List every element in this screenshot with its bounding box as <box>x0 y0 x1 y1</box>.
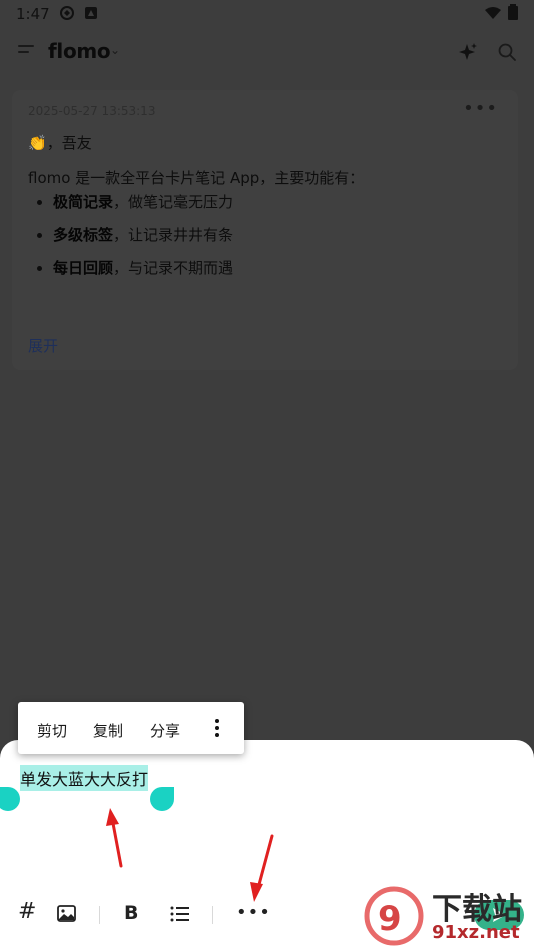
feature-title: 每日回顾 <box>53 259 114 277</box>
kebab-icon[interactable] <box>214 719 220 737</box>
feature-desc: ，与记录不期而遇 <box>113 259 234 277</box>
feature-desc: ，让记录井井有条 <box>113 226 234 244</box>
greeting-text: ，吾友 <box>46 134 92 152</box>
watermark: 9 下载站 91xz.net <box>362 884 532 950</box>
more-icon[interactable]: ••• <box>236 902 271 926</box>
notification-icon <box>85 7 97 19</box>
editor-selected-text[interactable]: 单发大蓝大大反打 <box>20 765 149 791</box>
memo-timestamp: 2025-05-27 13:53:13 <box>28 104 156 118</box>
brand-title[interactable]: flomo <box>48 39 111 63</box>
feature-desc: ，做笔记毫无压力 <box>113 193 234 211</box>
memo-intro: flomo 是一款全平台卡片笔记 App，主要功能有： <box>28 169 365 187</box>
svg-text:9: 9 <box>378 899 402 939</box>
cut-menu-item[interactable]: 剪切 <box>37 720 67 741</box>
chevron-down-icon[interactable]: ⌄ <box>110 43 120 57</box>
image-icon[interactable] <box>57 905 76 922</box>
feature-title: 极简记录 <box>53 193 114 211</box>
memo-greeting: 👏，吾友 <box>28 132 92 153</box>
memo-card[interactable]: 2025-05-27 13:53:13 ••• 👏，吾友 flomo 是一款全平… <box>12 90 518 370</box>
toolbar-divider <box>212 906 213 924</box>
sparkle-icon[interactable] <box>458 42 478 62</box>
feature-title: 多级标签 <box>53 226 114 244</box>
search-icon[interactable] <box>497 42 517 62</box>
list-item: 极简记录，做笔记毫无压力 <box>53 190 233 223</box>
hash-icon[interactable]: # <box>18 899 36 924</box>
menu-icon[interactable] <box>18 45 36 59</box>
selection-end-handle[interactable] <box>150 787 174 811</box>
list-icon[interactable] <box>170 906 189 922</box>
feature-list: 极简记录，做笔记毫无压力 多级标签，让记录井井有条 每日回顾，与记录不期而遇 <box>28 190 233 289</box>
watermark-logo-icon: 9 <box>364 886 424 946</box>
app-notification-icon <box>60 6 74 20</box>
list-item: 多级标签，让记录井井有条 <box>53 223 233 256</box>
watermark-url: 91xz.net <box>432 922 520 943</box>
list-item: 每日回顾，与记录不期而遇 <box>53 256 233 289</box>
expand-link[interactable]: 展开 <box>28 335 58 356</box>
status-time: 1:47 <box>16 5 50 23</box>
battery-icon <box>508 4 518 20</box>
app-bar: flomo ⌄ <box>0 28 534 78</box>
wifi-icon <box>485 7 501 19</box>
text-selection-menu: 剪切 复制 分享 <box>18 702 244 754</box>
share-menu-item[interactable]: 分享 <box>150 720 180 741</box>
status-bar: 1:47 <box>0 0 534 28</box>
toolbar-divider <box>99 906 100 924</box>
bold-icon[interactable]: B <box>124 902 138 926</box>
memo-more-icon[interactable]: ••• <box>463 98 498 119</box>
clap-emoji-icon: 👏 <box>28 134 47 152</box>
copy-menu-item[interactable]: 复制 <box>93 720 123 741</box>
